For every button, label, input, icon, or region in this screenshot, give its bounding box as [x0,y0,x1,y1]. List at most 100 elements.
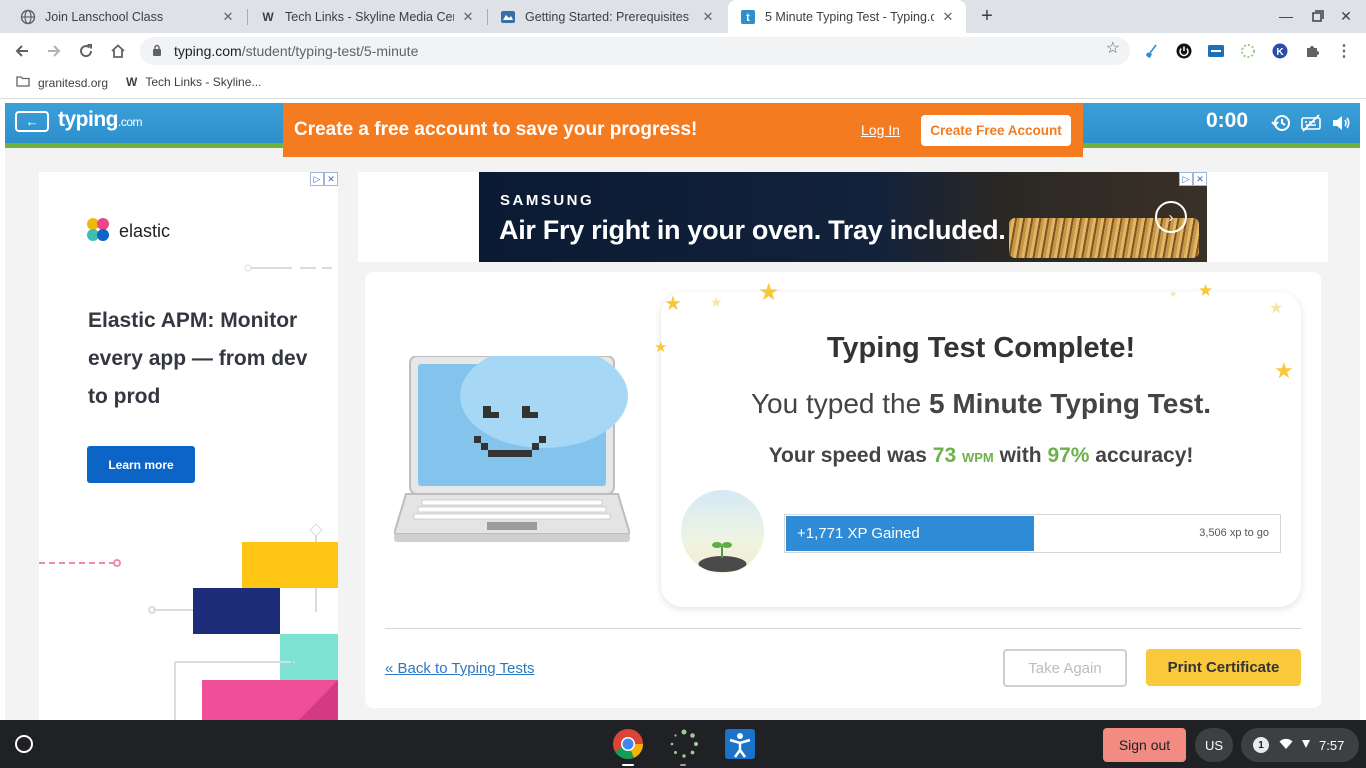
close-tab-icon[interactable]: ✕ [220,9,236,25]
weebly-icon: W [262,9,274,24]
bookmark-star-icon[interactable]: ☆ [1106,41,1120,57]
tab-title: 5 Minute Typing Test - Typing.co [765,9,934,24]
url-text: typing.com/student/typing-test/5-minute [174,43,418,59]
star-icon: ★ [1269,300,1284,317]
tab-title: Join Lanschool Class [45,9,164,24]
minimize-icon[interactable]: — [1276,6,1296,26]
test-name: 5 Minute Typing Test. [928,388,1212,419]
accuracy-value: 97% [1047,444,1090,467]
ad-info-icon[interactable]: ▷ [1179,172,1193,186]
ad-tagline: Air Fry right in your oven. Tray include… [499,215,1006,245]
tab-typing-test[interactable]: t 5 Minute Typing Test - Typing.co ✕ [728,0,966,33]
result-speed-line: Your speed was 73 WPM with 97% accuracy! [661,444,1301,468]
learn-more-button[interactable]: Learn more [87,446,195,483]
star-icon: ★ [1198,281,1214,300]
reload-icon[interactable] [75,40,97,62]
launcher-icon[interactable] [15,735,33,753]
tab-getting-started[interactable]: Getting Started: Prerequisites ✕ [488,0,726,33]
login-link[interactable]: Log In [861,122,900,138]
elastic-brand: elastic [119,220,171,241]
new-tab-icon[interactable]: + [976,5,998,27]
print-certificate-button[interactable]: Print Certificate [1146,649,1301,686]
ad-deco-line [244,264,332,272]
url-host: typing.com [174,43,242,59]
web-page: ← typing.com 0:00 Create a free account … [0,100,1366,720]
site-logo[interactable]: typing.com [58,108,143,132]
close-window-icon[interactable]: ✕ [1336,6,1356,26]
chrome-icon[interactable] [612,728,644,760]
figure-app-icon[interactable] [724,728,756,760]
xp-progress-bar: +1,771 XP Gained 3,506 xp to go [784,514,1281,553]
back-to-typing-tests-link[interactable]: « Back to Typing Tests [385,660,535,677]
loading-dots-app-icon[interactable] [668,728,700,760]
promo-text: Create a free account to save your progr… [294,119,698,140]
bookmark-tech-links[interactable]: W Tech Links - Skyline... [126,75,261,89]
restore-icon[interactable] [1308,6,1328,26]
tab-tech-links[interactable]: W Tech Links - Skyline Media Cente ✕ [248,0,486,33]
input-language-button[interactable]: US [1195,728,1233,762]
close-tab-icon[interactable]: ✕ [700,9,716,25]
chromeos-shelf: Sign out US 1 7:57 [0,720,1366,768]
tab-title: Tech Links - Skyline Media Cente [285,9,454,24]
smiling-laptop-image [394,356,630,542]
svg-text:K: K [1276,47,1284,58]
k-extension-icon[interactable]: K [1270,41,1290,61]
history-icon[interactable] [1270,112,1292,134]
system-tray[interactable]: 1 7:57 [1241,728,1359,762]
close-tab-icon[interactable]: ✕ [940,9,956,25]
sprout-avatar [681,490,764,573]
logo-suffix: .com [118,115,143,129]
forward-arrow-icon[interactable] [43,40,65,62]
sign-out-button[interactable]: Sign out [1103,728,1186,762]
star-icon: ★ [758,279,780,306]
broom-extension-icon[interactable] [1142,41,1162,61]
ad-choices[interactable]: ▷ ✕ [1179,172,1207,186]
screen-extension-icon[interactable] [1206,41,1226,61]
take-again-button[interactable]: Take Again [1003,649,1127,687]
star-icon: ★ [1169,289,1178,299]
menu-kebab-icon[interactable]: ⋮ [1334,41,1354,61]
tab-strip: Join Lanschool Class ✕ W Tech Links - Sk… [0,0,1366,33]
wpm-value: 73 [932,444,957,467]
xp-to-go: 3,506 xp to go [1199,527,1269,539]
puzzle-extension-icon[interactable] [1302,41,1322,61]
section-divider [385,628,1301,629]
logo-text: typing [58,108,119,131]
ad-next-arrow-icon[interactable]: › [1155,201,1187,233]
speed-suffix: accuracy! [1089,444,1194,467]
create-account-button[interactable]: Create Free Account [921,115,1071,146]
header-back-button[interactable]: ← [15,111,49,132]
address-bar[interactable]: typing.com/student/typing-test/5-minute … [140,37,1130,65]
active-app-indicator [622,764,634,766]
elastic-mark-icon [87,218,113,244]
ad-graphic [39,523,338,720]
bookmark-label: granitesd.org [38,75,109,90]
running-app-indicator [680,764,686,766]
close-tab-icon[interactable]: ✕ [460,9,476,25]
ad-info-icon[interactable]: ▷ [310,172,324,186]
xp-progress-fill: +1,771 XP Gained [786,516,1034,551]
loading-extension-icon[interactable] [1238,41,1258,61]
lock-icon [152,44,162,59]
notification-count: 1 [1253,737,1269,753]
bookmark-granitesd[interactable]: granitesd.org [16,75,108,90]
left-advertisement[interactable]: ▷ ✕ elastic Elastic APM: Monitor every a… [39,172,338,720]
result-title: Typing Test Complete! [826,332,1136,364]
svg-text:t: t [746,12,750,24]
keyboard-off-icon[interactable] [1300,112,1322,134]
ad-choices[interactable]: ▷ ✕ [310,172,338,186]
ad-close-icon[interactable]: ✕ [1193,172,1207,186]
tab-lanschool[interactable]: Join Lanschool Class ✕ [8,0,246,33]
bookmarks-bar: granitesd.org W Tech Links - Skyline... [0,69,1366,99]
browser-toolbar: typing.com/student/typing-test/5-minute … [0,33,1366,69]
samsung-advertisement[interactable]: SAMSUNG Air Fry right in your oven. Tray… [479,172,1207,262]
wpm-unit: WPM [961,450,994,465]
test-result-card: ★ ★ ★ ★ ★ ★ ★ ★ Typing Test Complete! Yo… [365,272,1321,708]
back-arrow-icon[interactable] [11,40,33,62]
home-icon[interactable] [107,40,129,62]
power-extension-icon[interactable] [1174,41,1194,61]
ad-close-icon[interactable]: ✕ [324,172,338,186]
result-subtitle: You typed the 5 Minute Typing Test. [661,388,1301,420]
typing-icon: t [740,9,756,25]
volume-icon[interactable] [1330,112,1352,134]
